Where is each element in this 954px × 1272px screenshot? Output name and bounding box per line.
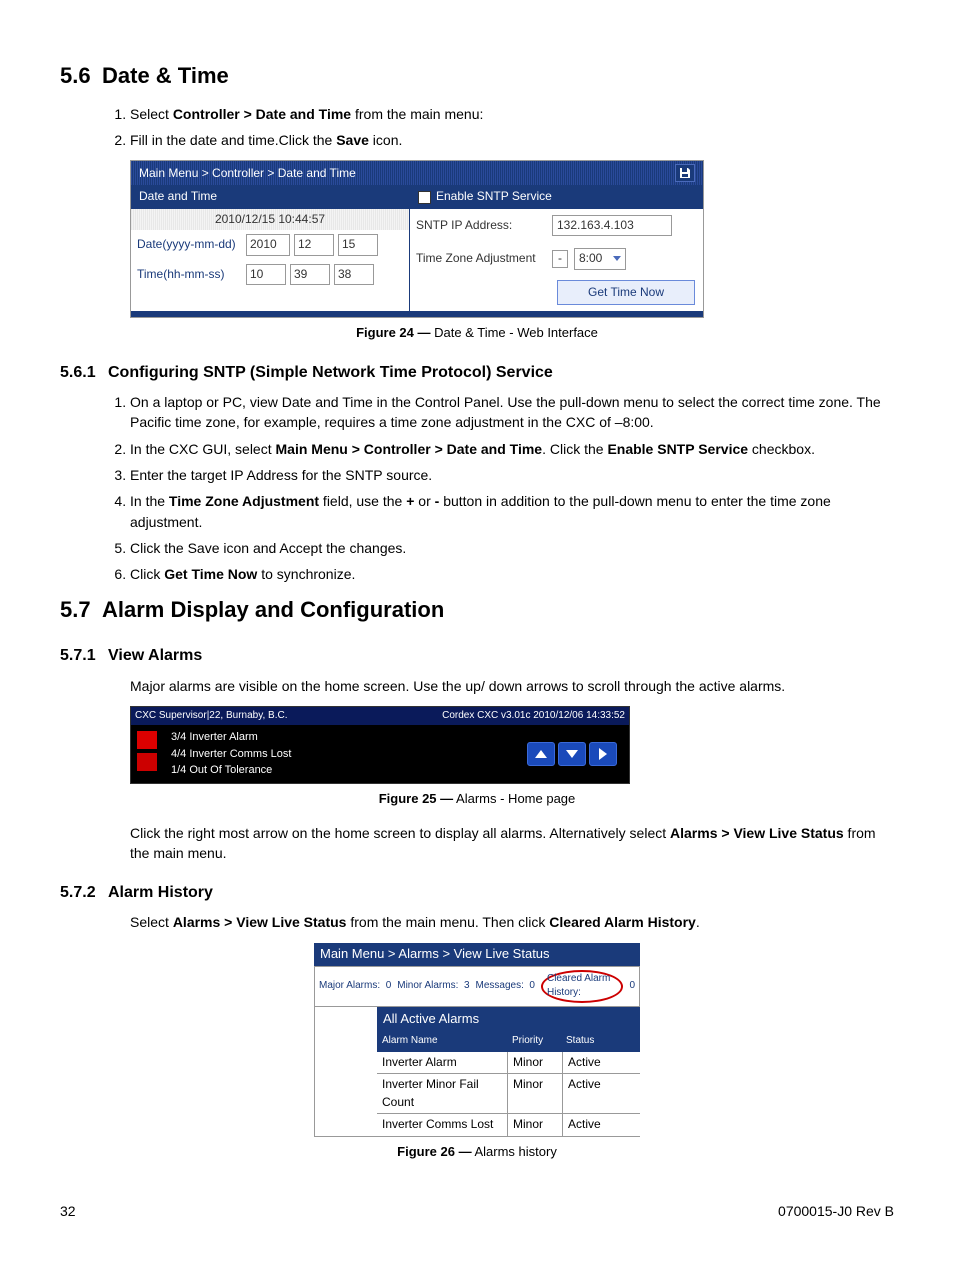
page-number: 32 (60, 1201, 76, 1221)
scroll-up-button[interactable] (527, 742, 555, 766)
status-right: Cordex CXC v3.01c 2010/12/06 14:33:52 (442, 709, 625, 724)
view-all-button[interactable] (589, 742, 617, 766)
day-input[interactable]: 15 (338, 234, 378, 255)
chevron-up-icon (535, 750, 547, 758)
figure-25-alarms-home: CXC Supervisor|22, Burnaby, B.C. Cordex C… (130, 706, 630, 784)
step: Enter the target IP Address for the SNTP… (130, 465, 894, 485)
step-1: Select Controller > Date and Time from t… (130, 104, 894, 124)
paragraph: Major alarms are visible on the home scr… (130, 676, 894, 696)
chevron-down-icon (613, 256, 621, 261)
enable-sntp-checkbox[interactable] (418, 191, 431, 204)
page-footer: 32 0700015-J0 Rev B (60, 1201, 894, 1221)
tz-label: Time Zone Adjustment (416, 250, 546, 267)
section-5-6-steps: Select Controller > Date and Time from t… (60, 104, 894, 151)
scroll-down-button[interactable] (558, 742, 586, 766)
date-time-header: Date and Time (131, 185, 409, 208)
section-5-7-1-heading: 5.7.1View Alarms (60, 644, 894, 667)
step: In the Time Zone Adjustment field, use t… (130, 491, 894, 532)
chevron-right-icon (599, 748, 607, 760)
edit-icon (137, 753, 157, 771)
month-input[interactable]: 12 (294, 234, 334, 255)
figure-24-caption: Figure 24 — Date & Time - Web Interface (60, 324, 894, 343)
paragraph: Click the right most arrow on the home s… (130, 823, 894, 864)
status-bar: Major Alarms: 0 Minor Alarms: 3 Messages… (314, 966, 640, 1007)
status-left: CXC Supervisor|22, Burnaby, B.C. (135, 709, 287, 724)
sidebar (314, 1007, 377, 1137)
get-time-now-button[interactable]: Get Time Now (557, 280, 695, 305)
table-row: Inverter Minor Fail CountMinorActive (377, 1074, 640, 1114)
hour-input[interactable]: 10 (246, 264, 286, 285)
step: Click the Save icon and Accept the chang… (130, 538, 894, 558)
date-label: Date(yyyy-mm-dd) (137, 236, 242, 253)
section-5-6-1-steps: On a laptop or PC, view Date and Time in… (60, 392, 894, 584)
second-input[interactable]: 38 (334, 264, 374, 285)
figure-24-date-time-panel: Main Menu > Controller > Date and Time D… (130, 160, 704, 318)
step-2: Fill in the date and time.Click the Save… (130, 130, 894, 150)
section-5-7-heading: 5.7Alarm Display and Configuration (60, 594, 894, 626)
figure-25-caption: Figure 25 — Alarms - Home page (60, 790, 894, 809)
section-5-6-1-heading: 5.6.1Configuring SNTP (Simple Network Ti… (60, 361, 894, 384)
section-5-6-heading: 5.6Date & Time (60, 60, 894, 92)
sntp-ip-input[interactable]: 132.163.4.103 (552, 215, 672, 236)
table-header: Alarm NamePriorityStatus (377, 1031, 640, 1052)
sntp-ip-label: SNTP IP Address: (416, 217, 546, 234)
alarm-list: 3/4 Inverter Alarm4/4 Inverter Comms Los… (171, 729, 291, 779)
table-title: All Active Alarms (377, 1007, 640, 1032)
tz-sign-button[interactable]: - (552, 250, 568, 268)
minute-input[interactable]: 39 (290, 264, 330, 285)
year-input[interactable]: 2010 (246, 234, 290, 255)
section-5-7-2-heading: 5.7.2Alarm History (60, 881, 894, 904)
bell-icon (137, 731, 157, 749)
table-row: Inverter Comms LostMinorActive (377, 1114, 640, 1136)
time-label: Time(hh-mm-ss) (137, 266, 242, 283)
current-datetime: 2010/12/15 10:44:57 (131, 209, 409, 230)
step: On a laptop or PC, view Date and Time in… (130, 392, 894, 433)
doc-id: 0700015-J0 Rev B (778, 1201, 894, 1221)
step: In the CXC GUI, select Main Menu > Contr… (130, 439, 894, 459)
breadcrumb: Main Menu > Alarms > View Live Status (314, 943, 640, 966)
figure-26-caption: Figure 26 — Alarms history (60, 1143, 894, 1162)
step: Click Get Time Now to synchronize. (130, 564, 894, 584)
figure-26-alarm-history: Main Menu > Alarms > View Live Status Ma… (314, 943, 640, 1137)
sntp-header: Enable SNTP Service (410, 185, 703, 208)
save-icon[interactable] (675, 164, 695, 182)
breadcrumb: Main Menu > Controller > Date and Time (131, 161, 703, 185)
table-row: Inverter AlarmMinorActive (377, 1052, 640, 1074)
chevron-down-icon (566, 750, 578, 758)
paragraph: Select Alarms > View Live Status from th… (130, 912, 894, 932)
cleared-alarm-history-link[interactable]: Cleared Alarm History: (541, 970, 623, 1003)
tz-dropdown[interactable]: 8:00 (574, 248, 626, 269)
